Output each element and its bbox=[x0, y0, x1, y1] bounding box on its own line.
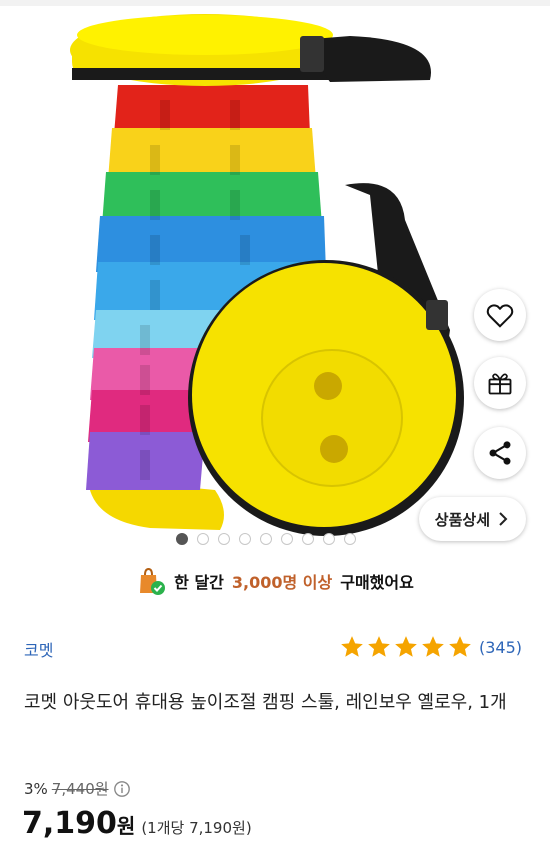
carousel-dot[interactable] bbox=[239, 533, 251, 545]
wishlist-button[interactable] bbox=[474, 289, 526, 341]
carousel-dot[interactable] bbox=[281, 533, 293, 545]
carousel-indicators bbox=[176, 533, 356, 545]
carousel-dot[interactable] bbox=[176, 533, 188, 545]
chevron-right-icon bbox=[499, 512, 508, 526]
discount-row: 3% 7,440원 bbox=[24, 778, 131, 799]
heart-icon bbox=[486, 304, 514, 328]
share-icon bbox=[489, 441, 511, 465]
shopping-bag-check-icon bbox=[140, 567, 166, 595]
gift-icon bbox=[488, 373, 512, 395]
product-image[interactable] bbox=[0, 0, 550, 560]
original-price: 7,440원 bbox=[51, 780, 109, 798]
social-proof-prefix: 한 달간 bbox=[174, 573, 224, 592]
social-proof-count: 3,000명 이상 bbox=[231, 573, 333, 592]
star-icon bbox=[368, 636, 390, 657]
product-detail-button[interactable]: 상품상세 bbox=[418, 497, 526, 541]
star-icon bbox=[395, 636, 417, 657]
review-count[interactable]: (345) bbox=[479, 638, 522, 657]
rating[interactable]: (345) bbox=[339, 634, 522, 660]
share-button[interactable] bbox=[474, 427, 526, 479]
carousel-dot[interactable] bbox=[323, 533, 335, 545]
currency-label: 원 bbox=[116, 814, 136, 838]
product-title: 코멧 아웃도어 휴대용 높이조절 캠핑 스툴, 레인보우 옐로우, 1개 bbox=[24, 692, 507, 713]
top-divider bbox=[0, 0, 550, 6]
gift-button[interactable] bbox=[474, 357, 526, 409]
star-icon bbox=[422, 636, 444, 657]
info-icon[interactable] bbox=[113, 780, 131, 798]
carousel-dot[interactable] bbox=[302, 533, 314, 545]
sale-price: 7,190 bbox=[22, 806, 117, 841]
star-icon bbox=[449, 636, 471, 657]
discount-rate: 3% bbox=[24, 779, 48, 798]
product-image-carousel[interactable]: 상품상세 bbox=[0, 0, 550, 560]
social-proof-banner: 한 달간 3,000명 이상 구매했어요 bbox=[0, 566, 550, 596]
price-row: 7,190 원 (1개당 7,190원) bbox=[22, 806, 252, 841]
brand-link[interactable]: 코멧 bbox=[24, 637, 53, 661]
carousel-dot[interactable] bbox=[344, 533, 356, 545]
carousel-dot[interactable] bbox=[260, 533, 272, 545]
product-detail-label: 상품상세 bbox=[434, 510, 490, 529]
carousel-dot[interactable] bbox=[197, 533, 209, 545]
social-proof-suffix: 구매했어요 bbox=[340, 573, 414, 592]
carousel-dot[interactable] bbox=[218, 533, 230, 545]
star-icon bbox=[341, 636, 363, 657]
unit-price: (1개당 7,190원) bbox=[141, 819, 252, 837]
